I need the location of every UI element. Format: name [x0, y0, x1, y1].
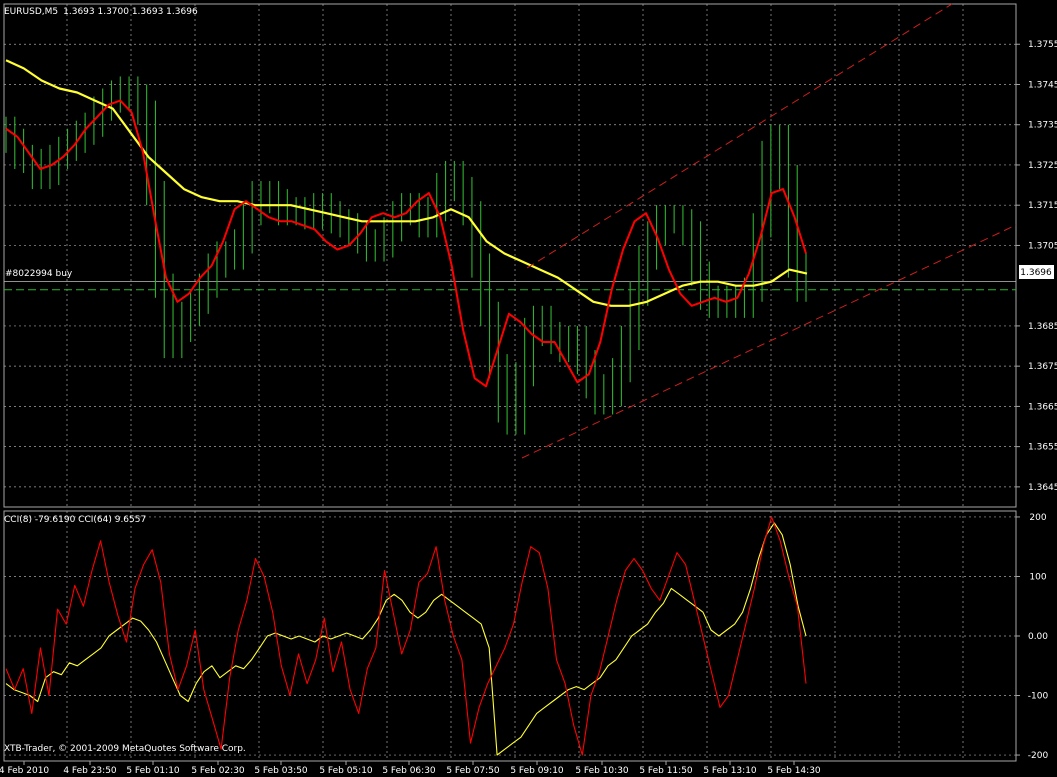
y-tick-label: 1.3715	[1028, 201, 1057, 211]
cci-tick-label: 100	[1029, 572, 1046, 582]
y-tick-label: 1.3725	[1028, 161, 1057, 171]
x-tick-label: 5 Feb 09:10	[510, 766, 564, 776]
y-tick-label: 1.3735	[1028, 121, 1057, 131]
y-tick-label: 1.3655	[1028, 443, 1057, 453]
x-tick-label: 4 Feb 23:50	[63, 766, 117, 776]
cci64-line	[5, 522, 807, 756]
x-tick-label: 5 Feb 03:50	[254, 766, 308, 776]
chart-header: EURUSD,M5 1.3693 1.3700 1.3693 1.3696	[4, 7, 198, 17]
cci-tick-label: 0.00	[1028, 632, 1048, 642]
x-tick-label: 5 Feb 11:50	[639, 766, 693, 776]
y-tick-label: 1.3665	[1028, 402, 1057, 412]
channel-upper-line	[526, 3, 953, 269]
channel-lower-line	[521, 224, 1017, 459]
symbol-label: EURUSD,M5	[4, 7, 58, 17]
x-tick-label: 5 Feb 07:50	[446, 766, 500, 776]
y-tick-label: 1.3675	[1028, 362, 1057, 372]
x-tick-label: 4 Feb 2010	[0, 766, 49, 776]
y-tick-label: 1.3755	[1028, 40, 1057, 50]
y-tick-label: 1.3705	[1028, 241, 1057, 251]
copyright-text: XTB-Trader, © 2001-2009 MetaQuotes Softw…	[4, 744, 246, 754]
x-tick-label: 5 Feb 05:10	[319, 766, 373, 776]
chart-canvas: 1.3755 1.3745 1.3735 1.3725 1.3715 1.3705 1.36…	[0, 3, 1057, 776]
x-tick-label: 5 Feb 14:30	[767, 766, 821, 776]
x-tick-label: 5 Feb 13:10	[703, 766, 757, 776]
cci-title: CCI(8) -79.6190 CCI(64) 9.6557	[4, 515, 146, 525]
x-tick-label: 5 Feb 02:30	[191, 766, 245, 776]
y-tick-label: 1.3685	[1028, 322, 1057, 332]
grid-lines: 1.3755 1.3745 1.3735 1.3725 1.3715 1.3705 1.36…	[0, 3, 1057, 776]
y-tick-label: 1.3745	[1028, 80, 1057, 90]
order-label: #8022994 buy	[5, 269, 73, 279]
x-tick-label: 5 Feb 10:30	[575, 766, 629, 776]
ohlc-label: 1.3693 1.3700 1.3693 1.3696	[63, 7, 198, 17]
cci-tick-label: 200	[1029, 513, 1046, 523]
current-price-label: 1.3696	[1020, 268, 1052, 278]
ma-fast-line	[5, 99, 807, 388]
y-tick-label: 1.3645	[1028, 483, 1057, 493]
ma-slow-line	[5, 59, 808, 307]
chart-marks	[4, 3, 1017, 756]
x-tick-label: 5 Feb 06:30	[382, 766, 436, 776]
cci-tick-label: -200	[1028, 751, 1049, 761]
cci-tick-label: -100	[1028, 692, 1049, 702]
x-tick-label: 5 Feb 01:10	[126, 766, 180, 776]
